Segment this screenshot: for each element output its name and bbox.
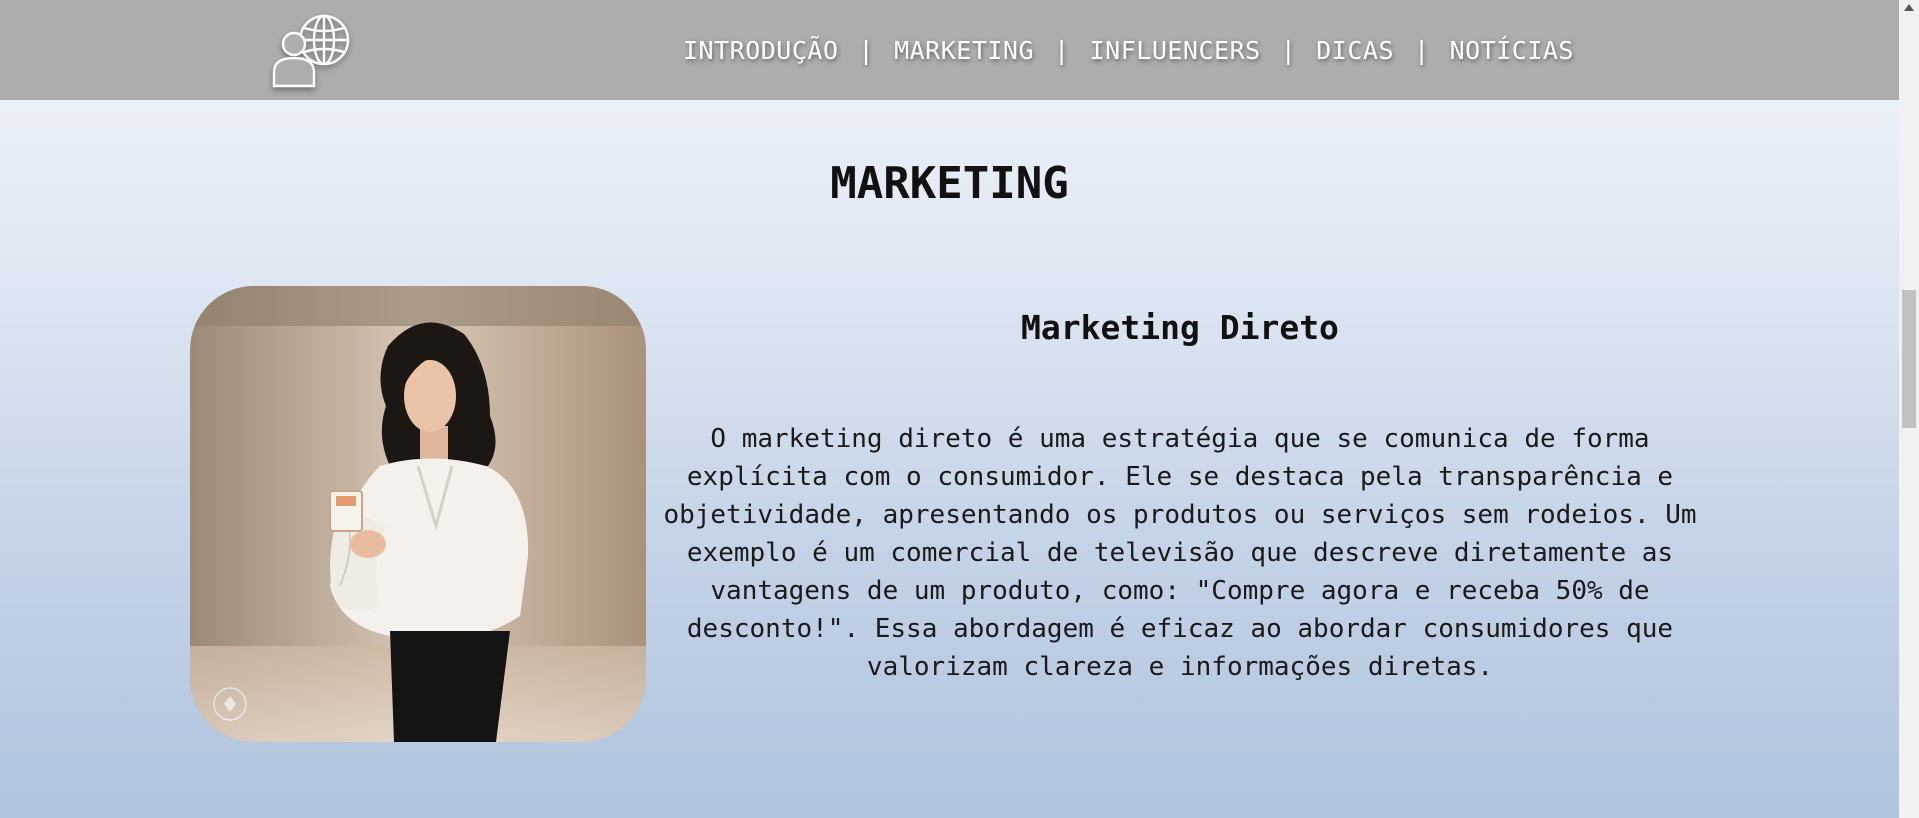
top-navbar: INTRODUÇÃO | MARKETING | INFLUENCERS | D… [0, 0, 1899, 100]
vertical-scrollbar[interactable] [1899, 0, 1919, 818]
nav-noticias[interactable]: NOTÍCIAS [1450, 36, 1574, 65]
scroll-up-arrow-icon[interactable] [1904, 4, 1914, 11]
section-title: MARKETING [830, 158, 1069, 209]
nav-dicas[interactable]: DICAS [1316, 36, 1394, 65]
nav-separator: | [1280, 35, 1297, 65]
section-paragraph: O marketing direto é uma estratégia que … [663, 424, 1697, 682]
subsection-title: Marketing Direto [1021, 308, 1339, 347]
nav-separator: | [858, 35, 875, 65]
nav-separator: | [1414, 35, 1430, 65]
main-nav: INTRODUÇÃO | MARKETING | INFLUENCERS | D… [683, 30, 1574, 70]
nav-marketing[interactable]: MARKETING [894, 36, 1034, 65]
nav-separator: | [1054, 35, 1070, 65]
woman-holding-product-photo [190, 286, 646, 742]
person-globe-icon[interactable] [270, 8, 356, 88]
nav-introducao[interactable]: INTRODUÇÃO [683, 36, 839, 65]
scrollbar-thumb[interactable] [1902, 290, 1916, 428]
nav-influencers[interactable]: INFLUENCERS [1090, 36, 1261, 65]
